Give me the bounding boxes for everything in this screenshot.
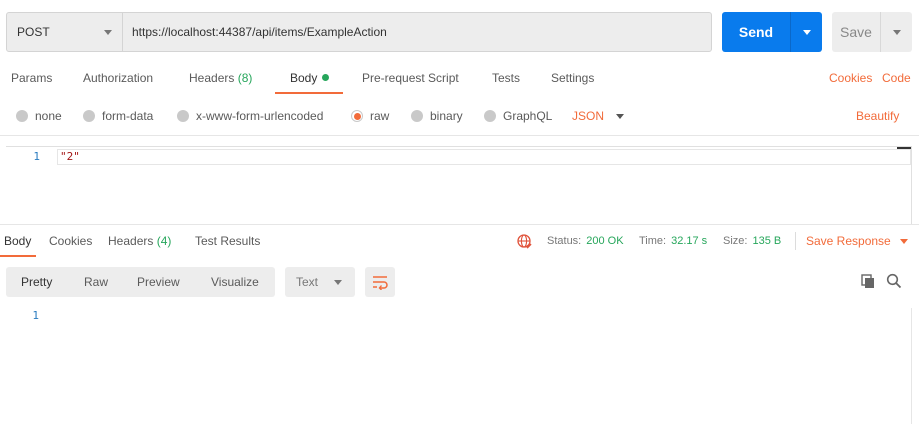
response-view-mode: Pretty Raw Preview Visualize (6, 267, 275, 297)
response-tab-cookies[interactable]: Cookies (49, 229, 92, 257)
radio-binary[interactable]: binary (411, 104, 463, 128)
radio-circle-icon (177, 110, 189, 122)
request-tabs: Params Authorization Headers (8) Body Pr… (0, 66, 919, 94)
tab-body[interactable]: Body (274, 66, 344, 94)
save-options-button[interactable] (880, 12, 912, 52)
chevron-down-icon (104, 29, 112, 35)
headers-count: (8) (237, 71, 253, 85)
divider (0, 135, 919, 136)
body-indicator-dot (322, 74, 330, 81)
radio-urlencoded-label: x-www-form-urlencoded (196, 109, 324, 123)
search-icon (886, 273, 902, 289)
radio-binary-label: binary (430, 109, 463, 123)
tab-prerequest-script[interactable]: Pre-request Script (362, 66, 459, 94)
tab-settings[interactable]: Settings (551, 66, 594, 94)
tab-authorization[interactable]: Authorization (83, 66, 153, 94)
divider (795, 232, 796, 250)
radio-raw-label: raw (370, 109, 390, 123)
code-link[interactable]: Code (882, 66, 911, 94)
response-tab-headers[interactable]: Headers (4) (108, 229, 171, 257)
beautify-link[interactable]: Beautify (856, 104, 899, 128)
save-button-label: Save (840, 24, 872, 40)
view-pretty-button[interactable]: Pretty (21, 267, 52, 297)
language-select[interactable]: JSON (572, 104, 625, 128)
radio-circle-icon (484, 110, 496, 122)
copy-button[interactable] (859, 272, 877, 290)
wrap-lines-icon (373, 276, 388, 290)
request-body-editor[interactable]: 1 "2" (6, 146, 912, 224)
chevron-down-icon (334, 280, 342, 285)
chevron-down-icon (899, 238, 908, 244)
radio-circle-icon (411, 110, 423, 122)
tab-params[interactable]: Params (11, 66, 52, 94)
cookies-link[interactable]: Cookies (829, 66, 872, 94)
radio-graphql[interactable]: GraphQL (484, 104, 552, 128)
response-scrollbar[interactable] (911, 308, 912, 424)
view-preview-button[interactable]: Preview (137, 267, 180, 297)
view-raw-button[interactable]: Raw (84, 267, 108, 297)
method-label: POST (17, 25, 50, 39)
send-button[interactable]: Send (722, 12, 822, 52)
size-label: Size: (723, 235, 748, 247)
chevron-down-icon (892, 29, 901, 35)
response-tab-body[interactable]: Body (0, 229, 37, 257)
method-select[interactable]: POST (7, 13, 123, 51)
radio-form-data[interactable]: form-data (83, 104, 153, 128)
response-tab-headers-label: Headers (108, 234, 154, 248)
radio-circle-icon (83, 110, 95, 122)
response-tabs: Body Cookies Headers (4) Test Results St… (0, 229, 919, 257)
radio-circle-icon (16, 110, 28, 122)
response-line-number: 1 (32, 309, 39, 322)
tab-tests[interactable]: Tests (492, 66, 520, 94)
line-number: 1 (33, 150, 40, 163)
chevron-down-icon (616, 113, 625, 119)
body-content[interactable]: "2" (60, 150, 80, 163)
editor-scrollbar[interactable] (897, 147, 911, 149)
save-button[interactable]: Save (832, 12, 912, 52)
status-info: Status: 200 OK (547, 229, 624, 253)
tab-body-label: Body (290, 71, 318, 85)
globe-icon[interactable] (516, 233, 532, 249)
time-label: Time: (639, 235, 667, 247)
response-tab-test-results[interactable]: Test Results (195, 229, 260, 257)
pane-resize-handle[interactable] (0, 224, 919, 225)
size-value[interactable]: 135 B (752, 235, 781, 247)
radio-none-label: none (35, 109, 62, 123)
radio-form-data-label: form-data (102, 109, 154, 123)
response-headers-count: (4) (156, 234, 172, 248)
wrap-lines-button[interactable] (365, 267, 395, 297)
status-value[interactable]: 200 OK (586, 235, 623, 247)
copy-icon (861, 274, 874, 288)
radio-selected-icon (351, 110, 363, 122)
send-options-button[interactable] (790, 12, 822, 52)
save-response-button[interactable]: Save Response (806, 229, 908, 253)
chevron-down-icon (802, 29, 811, 35)
radio-urlencoded[interactable]: x-www-form-urlencoded (177, 104, 323, 128)
tab-headers-label: Headers (189, 71, 235, 85)
save-response-label: Save Response (806, 234, 891, 248)
time-value[interactable]: 32.17 s (671, 235, 707, 247)
size-info: Size: 135 B (723, 229, 781, 253)
tab-headers[interactable]: Headers (8) (189, 66, 252, 94)
active-line-highlight (57, 149, 911, 165)
language-label: JSON (572, 109, 605, 123)
search-button[interactable] (885, 272, 903, 290)
view-visualize-button[interactable]: Visualize (211, 267, 259, 297)
time-info: Time: 32.17 s (639, 229, 707, 253)
radio-raw[interactable]: raw (351, 104, 389, 128)
response-format-label: Text (296, 275, 319, 289)
status-label: Status: (547, 235, 582, 247)
radio-none[interactable]: none (16, 104, 62, 128)
url-input[interactable]: https://localhost:44387/api/items/Exampl… (123, 13, 711, 51)
send-button-label: Send (738, 24, 774, 40)
request-bar: POST https://localhost:44387/api/items/E… (6, 12, 712, 52)
response-format-select[interactable]: Text (285, 267, 355, 297)
body-type-selector: none form-data x-www-form-urlencoded raw… (0, 104, 919, 128)
radio-graphql-label: GraphQL (503, 109, 553, 123)
